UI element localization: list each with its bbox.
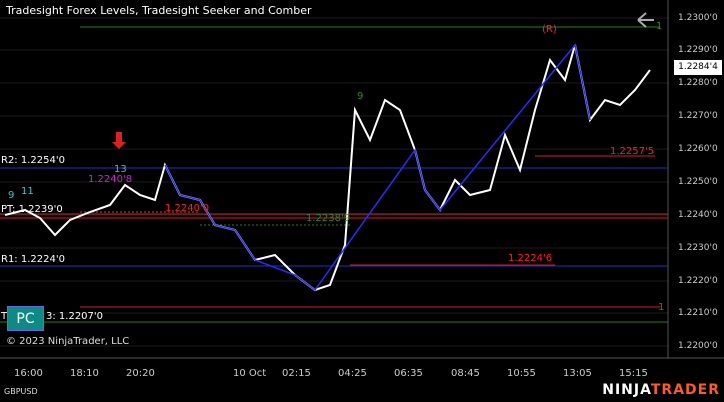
brand-trader: TRADER — [650, 382, 720, 398]
comber-count-9: 9 — [357, 91, 364, 102]
pp-label: 3: 1.2207'0 — [46, 311, 104, 322]
price-tick: 1.2240'0 — [678, 210, 718, 220]
brand-ninja: NINJA — [602, 382, 651, 398]
red-mid-label: 1.2224'6 — [508, 253, 553, 264]
price-tick: 1.2280'0 — [678, 78, 718, 88]
price-tick: 1.2270'0 — [678, 111, 718, 121]
time-tick: 18:10 — [70, 368, 99, 379]
seeker-count-9: 9 — [8, 190, 15, 201]
price-tick: 1.2250'0 — [678, 177, 718, 187]
price-tick: 1.2290'0 — [678, 45, 718, 55]
back-arrow-icon — [637, 12, 654, 28]
pt-label: PT: 1.2239'0 — [1, 204, 63, 215]
symbol-label: GBPUSD — [4, 387, 38, 396]
time-tick: 10:55 — [507, 368, 536, 379]
r-marker: (R) — [542, 24, 557, 35]
red-bottom-count: 1 — [658, 302, 665, 313]
red-right-label: 1.2257'5 — [610, 146, 655, 157]
time-tick: 13:05 — [563, 368, 592, 379]
time-tick: 16:00 — [14, 368, 43, 379]
chart-title: Tradesight Forex Levels, Tradesight Seek… — [6, 4, 312, 17]
price-tick: 1.2230'0 — [678, 243, 718, 253]
r2-label: R2: 1.2254'0 — [1, 155, 65, 166]
down-arrow-icon — [112, 132, 126, 149]
time-tick: 08:45 — [451, 368, 480, 379]
seeker-count-13: 13 — [114, 164, 127, 175]
copyright-text: © 2023 NinjaTrader, LLC — [6, 336, 130, 347]
pc-button[interactable]: PC — [7, 306, 44, 331]
seeker-label-b: 1.2240'0 — [165, 203, 210, 214]
seeker-label-a: 1.2240'8 — [88, 174, 133, 185]
time-tick: 20:20 — [126, 368, 155, 379]
time-tick: 15:15 — [619, 368, 648, 379]
price-tick: 1.2200'0 — [678, 341, 718, 351]
price-tick: 1.2210'0 — [678, 308, 718, 318]
r1-label: R1: 1.2224'0 — [1, 254, 65, 265]
green-top-count: 1 — [656, 21, 663, 32]
comber-label: 1.2238'9 — [306, 213, 351, 224]
time-tick: 02:15 — [282, 368, 311, 379]
seeker-count-11: 11 — [21, 186, 34, 197]
time-tick: 10 Oct — [233, 368, 267, 379]
price-tick: 1.2260'0 — [678, 144, 718, 154]
current-price-badge: 1.2284'4 — [674, 60, 722, 75]
price-tick: 1.2220'0 — [678, 276, 718, 286]
price-tick: 1.2300'0 — [678, 13, 718, 23]
brand-logo: NINJATRADER — [602, 382, 720, 398]
time-tick: 04:25 — [338, 368, 367, 379]
time-tick: 06:35 — [394, 368, 423, 379]
